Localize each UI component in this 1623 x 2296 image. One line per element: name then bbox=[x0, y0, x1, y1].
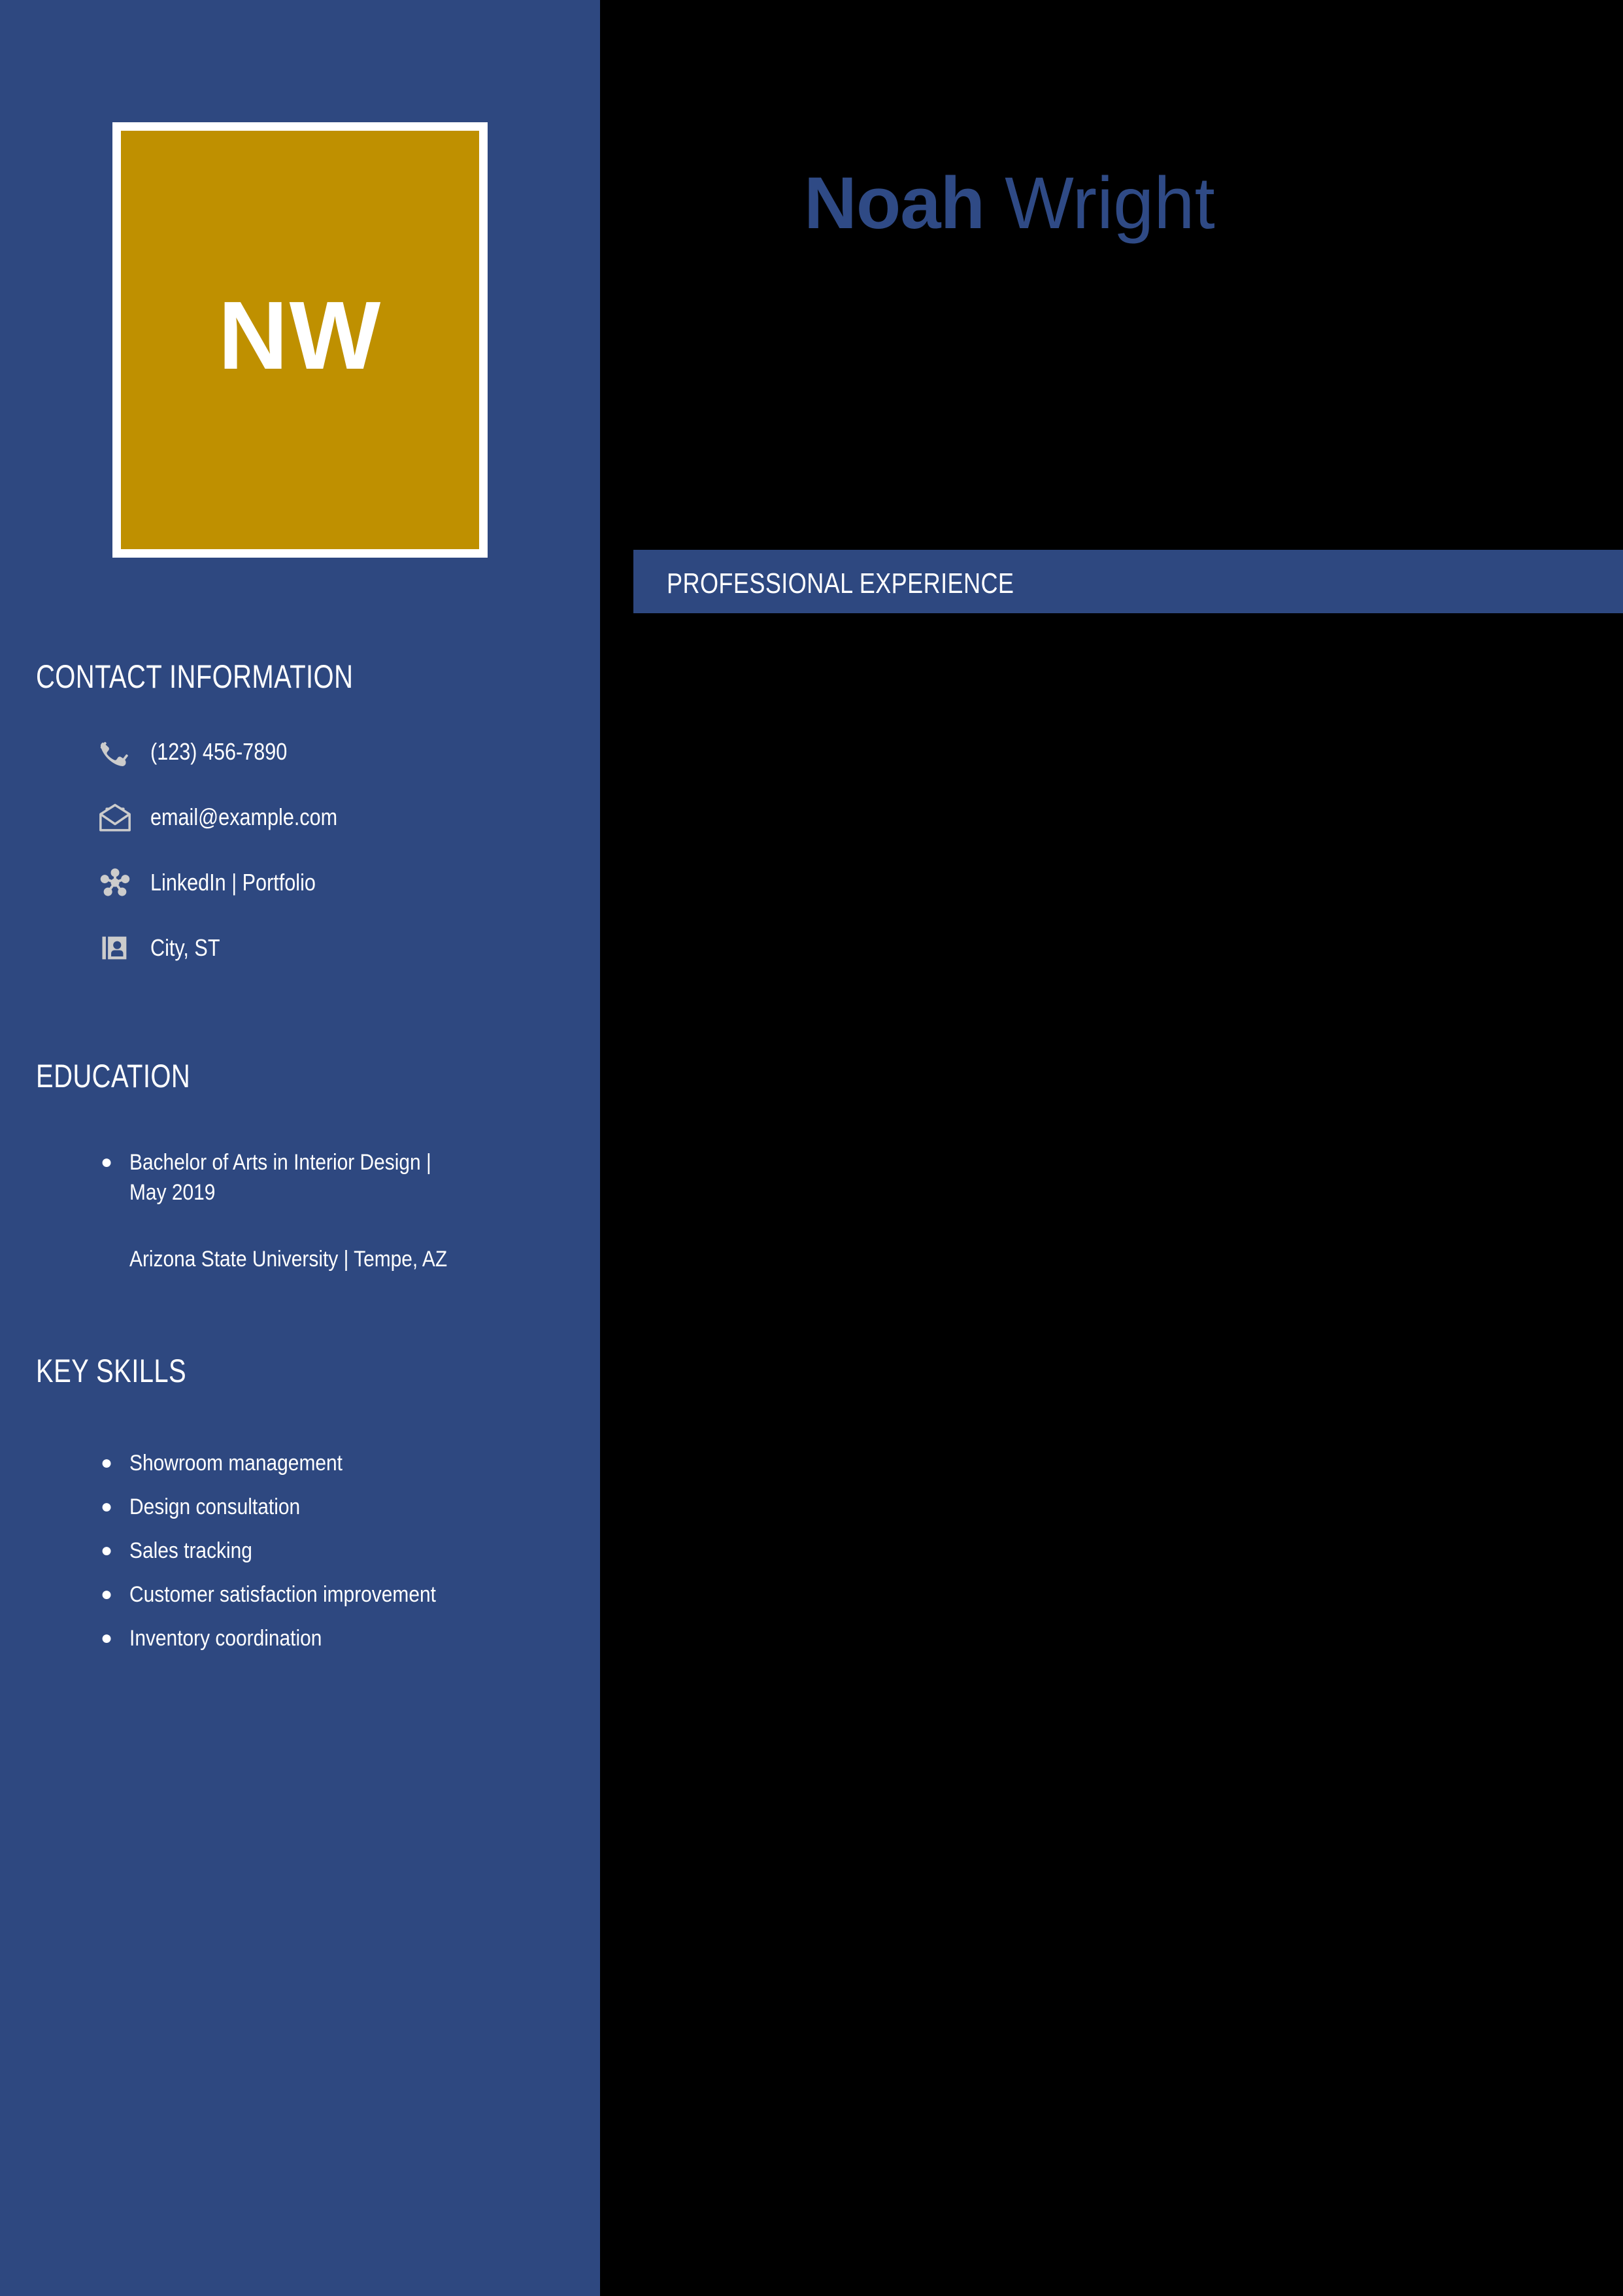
contact-location-text: City, ST bbox=[150, 934, 220, 961]
main-panel: Noah Wright PROFESSIONAL EXPERIENCE bbox=[600, 0, 1623, 2296]
email-icon bbox=[92, 794, 139, 841]
monogram-initials: NW bbox=[218, 282, 382, 390]
contact-links-text: LinkedIn | Portfolio bbox=[150, 869, 316, 896]
education-list: ● Bachelor of Arts in Interior Design | … bbox=[92, 1147, 562, 1207]
contact-item-links[interactable]: LinkedIn | Portfolio bbox=[92, 859, 345, 906]
contact-email-text: email@example.com bbox=[150, 803, 338, 830]
last-name: Wright bbox=[984, 162, 1215, 244]
contact-item-location[interactable]: City, ST bbox=[92, 924, 232, 971]
phone-icon bbox=[92, 728, 139, 775]
list-item: ● Inventory coordination bbox=[92, 1623, 562, 1653]
professional-experience-section-bar: PROFESSIONAL EXPERIENCE bbox=[633, 550, 1623, 613]
education-institution-text: Arizona State University | Tempe, AZ bbox=[129, 1247, 448, 1272]
skill-text: Customer satisfaction improvement bbox=[129, 1582, 436, 1607]
bullet-icon: ● bbox=[101, 1452, 113, 1474]
bullet-icon: ● bbox=[101, 1496, 113, 1517]
list-item: ● Sales tracking bbox=[92, 1536, 562, 1566]
network-share-icon bbox=[92, 859, 139, 906]
contact-item-phone[interactable]: (123) 456-7890 bbox=[92, 728, 311, 775]
sidebar: NW CONTACT INFORMATION (123) 456-7890 em… bbox=[0, 0, 600, 2296]
bullet-icon: ● bbox=[101, 1627, 113, 1649]
key-skills-list: ● Showroom management ● Design consultat… bbox=[92, 1448, 562, 1667]
professional-experience-heading: PROFESSIONAL EXPERIENCE bbox=[667, 567, 1014, 599]
education-heading: EDUCATION bbox=[36, 1058, 191, 1094]
skill-text: Inventory coordination bbox=[129, 1626, 322, 1651]
skill-text: Sales tracking bbox=[129, 1538, 252, 1563]
skill-text: Showroom management bbox=[129, 1451, 343, 1476]
education-degree-text: Bachelor of Arts in Interior Design | Ma… bbox=[129, 1150, 431, 1205]
education-list-item: ● Bachelor of Arts in Interior Design | … bbox=[92, 1147, 562, 1207]
first-name: Noah bbox=[804, 162, 985, 244]
monogram-fill: NW bbox=[121, 131, 479, 549]
contact-card-icon bbox=[92, 924, 139, 971]
skill-text: Design consultation bbox=[129, 1494, 301, 1519]
contact-item-email[interactable]: email@example.com bbox=[92, 794, 371, 841]
list-item: ● Design consultation bbox=[92, 1492, 562, 1522]
list-item: ● Showroom management bbox=[92, 1448, 562, 1478]
list-item: ● Customer satisfaction improvement bbox=[92, 1579, 562, 1610]
contact-phone-text: (123) 456-7890 bbox=[150, 738, 288, 765]
resume-page: NW CONTACT INFORMATION (123) 456-7890 em… bbox=[0, 0, 1623, 2296]
contact-information-heading: CONTACT INFORMATION bbox=[36, 658, 354, 695]
monogram-frame: NW bbox=[112, 122, 488, 558]
bullet-icon: ● bbox=[101, 1540, 113, 1561]
candidate-name: Noah Wright bbox=[804, 167, 1215, 240]
bullet-icon: ● bbox=[101, 1151, 113, 1173]
bullet-icon: ● bbox=[101, 1583, 113, 1605]
key-skills-heading: KEY SKILLS bbox=[36, 1353, 187, 1389]
